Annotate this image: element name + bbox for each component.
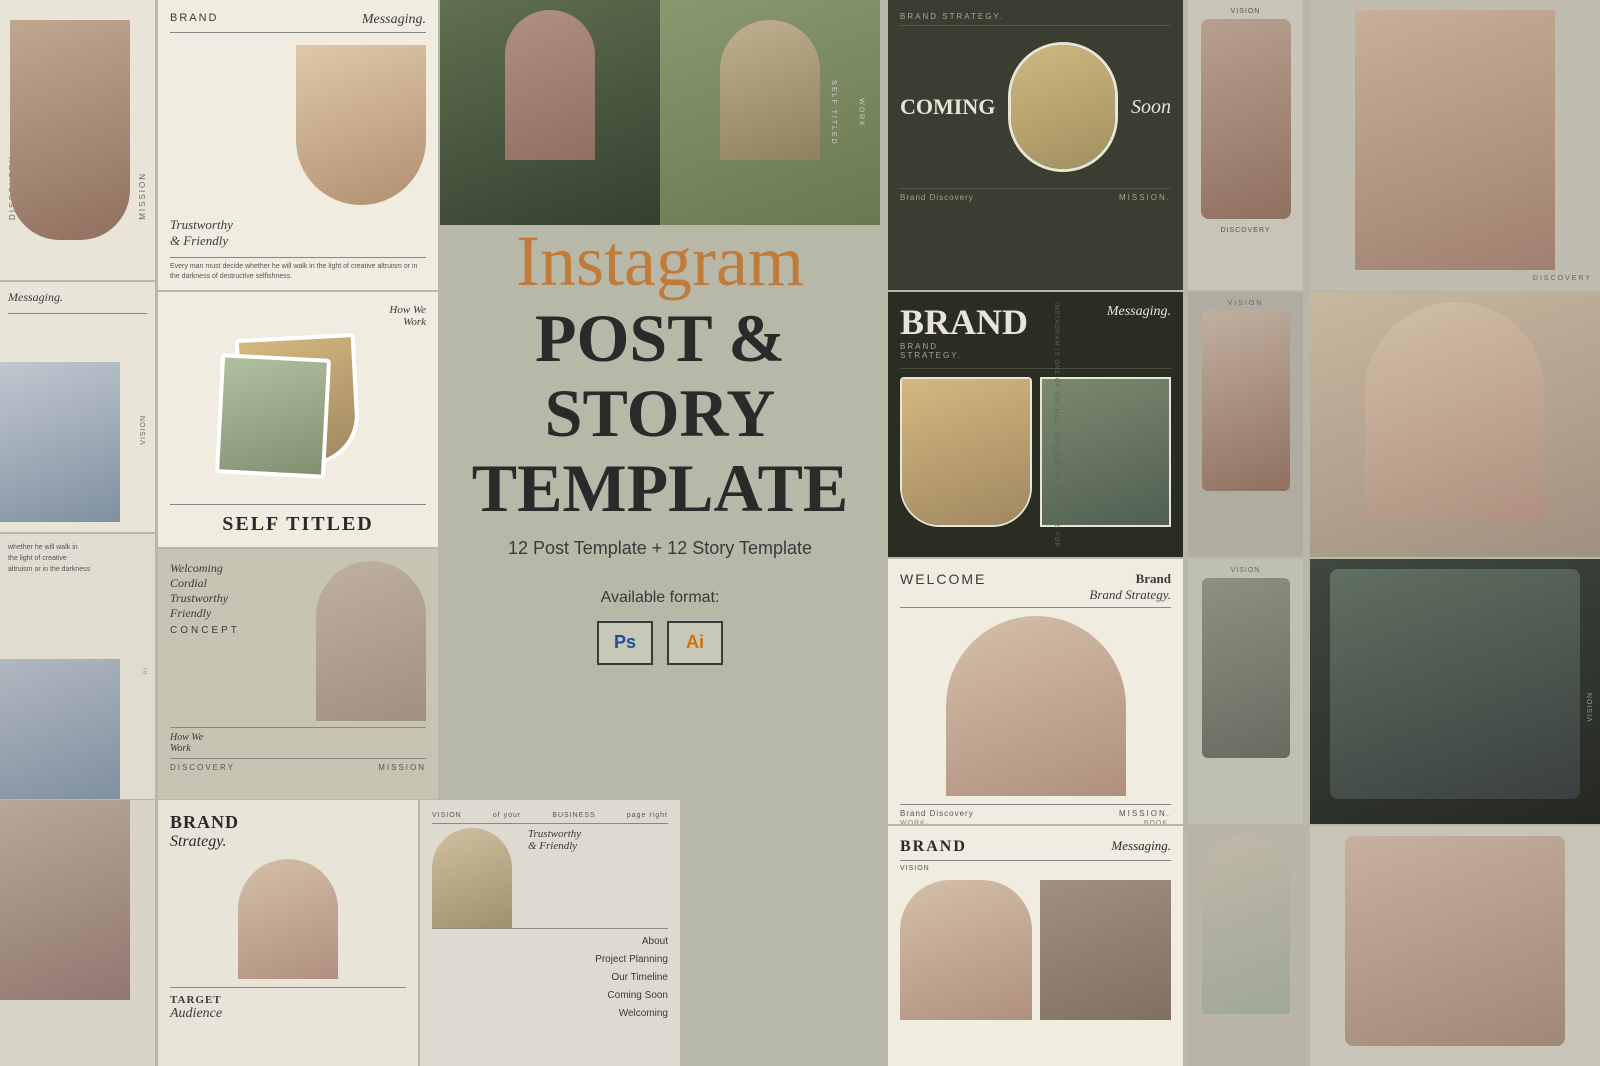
tagline: Trustworthy & Friendly xyxy=(170,217,426,249)
card-messaging-left: Messaging. VISION xyxy=(0,282,155,532)
card-right-middle-large xyxy=(1310,292,1600,557)
card-right-strip-3: VISION xyxy=(1188,559,1303,824)
card-top-left: Discovery Mission xyxy=(0,0,155,280)
self-titled-label: SELF TITLED xyxy=(170,513,426,536)
card-brand-strategy-bottom: BRAND Strategy. TARGET Audience xyxy=(158,800,418,1066)
body-text: Every man must decide whether he will wa… xyxy=(170,262,426,282)
hero-section: Instagram POST & STORY TEMPLATE 12 Post … xyxy=(420,220,900,670)
card-welcome: WELCOME Brand Brand Strategy. Brand Disc… xyxy=(888,559,1183,824)
card-lower-left-strip: whether he will walk in the light of cre… xyxy=(0,534,155,799)
card-right-strip-1: VISION DISCOVERY xyxy=(1188,0,1303,290)
card-right-strip-4 xyxy=(1188,826,1303,1066)
format-badges: Ps Ai xyxy=(597,621,723,665)
card-self-titled: How We Work SELF TITLED xyxy=(158,292,438,547)
card-bottom-left xyxy=(0,800,155,1066)
card-brand-messaging: BRAND Messaging. Trustworthy & Friendly … xyxy=(158,0,438,290)
card-concept: Welcoming Cordial Trustworthy Friendly C… xyxy=(158,549,438,799)
hero-subtitle: 12 Post Template + 12 Story Template xyxy=(508,538,812,559)
card-brand-messaging-bottom: BRAND Messaging. VISION xyxy=(888,826,1183,1066)
card-right-forest: VISION xyxy=(1310,559,1600,824)
format-ai-badge[interactable]: Ai xyxy=(667,621,723,665)
main-container: CONCEPT Discovery Mission BRAND Messagin… xyxy=(0,0,1600,1066)
hero-title-script: Instagram xyxy=(516,225,804,297)
card-right-strip-2: VISION xyxy=(1188,292,1303,557)
mission-label-side: Mission xyxy=(138,172,147,220)
card-right-top-large: DISCOVERY xyxy=(1310,0,1600,290)
card-top-photos: WORK SELF TITLED xyxy=(440,0,880,225)
card-vision-business: VISION of your BUSINESS page right Trust… xyxy=(420,800,680,1066)
format-ps-badge[interactable]: Ps xyxy=(597,621,653,665)
card-coming-soon: BRAND STRATEGY. COMING Soon Brand Discov… xyxy=(888,0,1183,290)
messaging-label: Messaging. xyxy=(362,12,426,28)
hero-title-main: POST & STORY TEMPLATE xyxy=(420,301,900,525)
card-right-bottom-large xyxy=(1310,826,1600,1066)
format-label: Available format: xyxy=(601,589,720,607)
brand-label: BRAND xyxy=(170,12,219,24)
card-brand-dark: BRAND BRAND STRATEGY. Messaging. INSTAGR… xyxy=(888,292,1183,557)
